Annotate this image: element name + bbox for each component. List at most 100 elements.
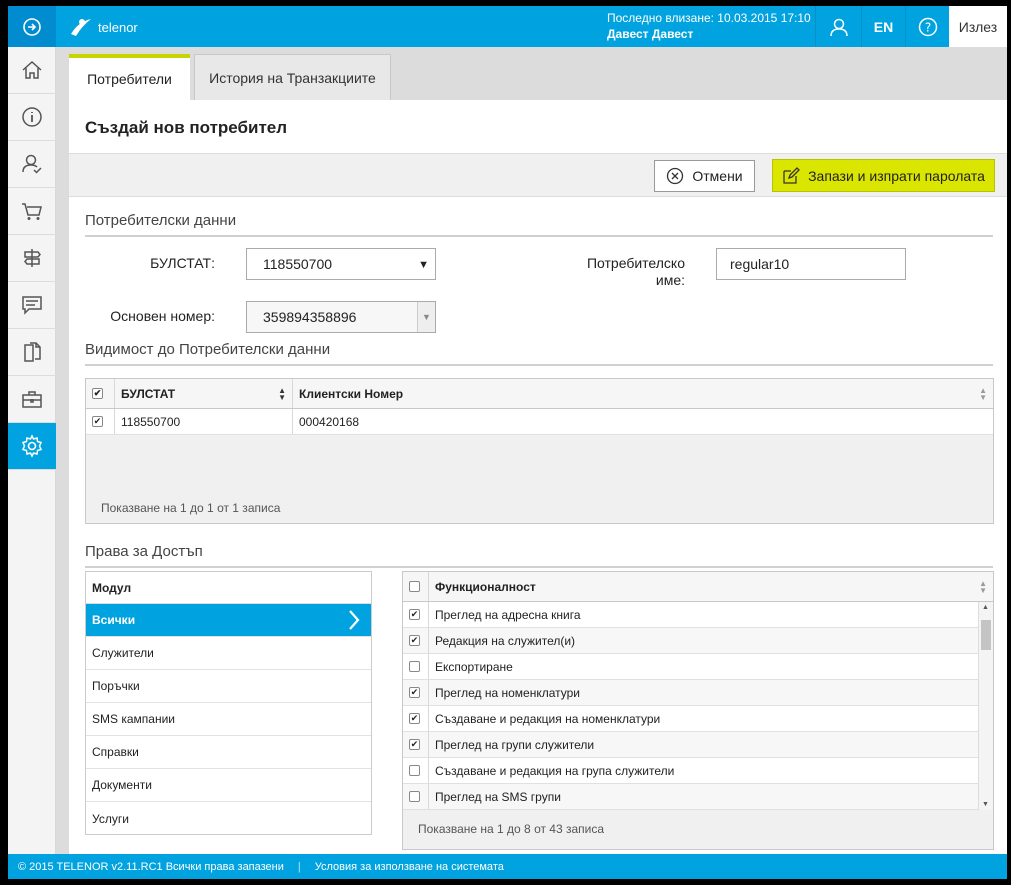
column-client-number-label: Клиентски Номер xyxy=(299,386,404,401)
telenor-logo-icon xyxy=(71,19,91,36)
logout-button[interactable]: Излез xyxy=(949,6,1007,47)
bulstat-select[interactable]: 118550700 ▼ xyxy=(246,248,436,280)
help-button[interactable]: ? xyxy=(905,6,949,47)
row-checkbox[interactable] xyxy=(409,765,420,776)
main-content: Потребители История на Транзакциите Създ… xyxy=(56,47,1007,854)
table-row[interactable]: ✔ Преглед на номенклатури xyxy=(403,680,978,706)
row-checkbox[interactable]: ✔ xyxy=(409,739,420,750)
save-and-send-password-button[interactable]: Запази и изпрати паролата xyxy=(772,159,995,192)
header-checkbox-cell xyxy=(403,572,429,601)
sidebar-item-services[interactable] xyxy=(8,376,56,423)
function-label: Експортиране xyxy=(435,659,513,674)
language-button[interactable]: EN xyxy=(861,6,905,47)
row-checkbox[interactable] xyxy=(409,661,420,672)
module-item-all[interactable]: Всички xyxy=(86,604,371,637)
column-header-bulstat[interactable]: БУЛСТАТ ▲ ▼ xyxy=(115,379,293,408)
signpost-icon xyxy=(24,249,41,267)
section-access-rights: Права за Достъп xyxy=(85,543,993,568)
column-header-functionality[interactable]: Функционалност ▲ ▼ xyxy=(429,572,993,601)
row-checkbox[interactable]: ✔ xyxy=(409,609,420,620)
row-checkbox[interactable]: ✔ xyxy=(409,635,420,646)
top-bar: telenor Последно влизане: 10.03.2015 17:… xyxy=(8,6,1007,47)
sidebar xyxy=(8,47,56,854)
username-input[interactable]: regular10 xyxy=(716,248,906,280)
sort-icon: ▲ ▼ xyxy=(278,385,286,402)
main-number-label: Основен номер: xyxy=(110,308,215,324)
table-row[interactable]: ✔ Преглед на групи служители xyxy=(403,732,978,758)
footer-separator: | xyxy=(297,860,301,873)
column-header-client-number[interactable]: Клиентски Номер ▲ ▼ xyxy=(293,379,993,408)
functionality-scrollbar[interactable]: ▲ ▼ xyxy=(978,602,993,810)
username-label: Потребителско име: xyxy=(549,255,685,289)
module-item-reports[interactable]: Справки xyxy=(86,736,371,769)
module-item-sms-campaigns[interactable]: SMS кампании xyxy=(86,703,371,736)
table-row[interactable]: ✔ Преглед на адресна книга xyxy=(403,602,978,628)
scroll-down-icon[interactable]: ▼ xyxy=(982,801,989,808)
username-value: regular10 xyxy=(730,256,790,272)
module-item-services[interactable]: Услуги xyxy=(86,802,371,835)
select-all-checkbox[interactable]: ✔ xyxy=(92,388,103,399)
save-label: Запази и изпрати паролата xyxy=(808,167,985,184)
footer: © 2015 TELENOR v2.11.RC1 Всички права за… xyxy=(8,854,1007,879)
row-checkbox-cell xyxy=(403,758,429,783)
arrow-circle-icon xyxy=(23,17,41,36)
user-name: Давест Давест xyxy=(607,27,694,41)
row-checkbox[interactable]: ✔ xyxy=(409,687,420,698)
table-row[interactable]: Експортиране xyxy=(403,654,978,680)
sidebar-item-documents[interactable] xyxy=(8,329,56,376)
scroll-up-icon[interactable]: ▲ xyxy=(982,604,989,611)
combobox-arrow-icon[interactable]: ▼ xyxy=(417,302,435,332)
table-row[interactable]: Преглед на SMS групи xyxy=(403,784,978,810)
copyright-text: © 2015 TELENOR v2.11.RC1 Всички права за… xyxy=(18,860,284,873)
user-check-icon xyxy=(22,154,42,174)
visibility-grid: ✔ БУЛСТАТ ▲ ▼ Клиентски Номер ▲ ▼ ✔ 1185… xyxy=(85,378,994,524)
sidebar-item-messages[interactable] xyxy=(8,282,56,329)
sidebar-item-campaigns[interactable] xyxy=(8,235,56,282)
functionality-rows: ✔ Преглед на адресна книга ✔ Редакция на с… xyxy=(403,602,978,810)
bulstat-value: 118550700 xyxy=(263,256,333,272)
module-item-employees[interactable]: Служители xyxy=(86,637,371,670)
row-checkbox-cell: ✔ xyxy=(403,602,429,627)
message-icon xyxy=(22,296,42,315)
module-item-documents[interactable]: Документи xyxy=(86,769,371,802)
table-row[interactable]: ✔ Редакция на служител(и) xyxy=(403,628,978,654)
row-checkbox-cell: ✔ xyxy=(403,706,429,731)
table-row[interactable]: ✔ 118550700 000420168 xyxy=(86,409,993,435)
terms-link[interactable]: Условия за използване на системата xyxy=(315,861,504,873)
sidebar-item-home[interactable] xyxy=(8,47,56,94)
row-checkbox[interactable]: ✔ xyxy=(409,713,420,724)
function-label: Преглед на адресна книга xyxy=(435,607,581,622)
row-checkbox[interactable]: ✔ xyxy=(92,416,103,427)
function-label: Редакция на служител(и) xyxy=(435,633,576,648)
tab-users[interactable]: Потребители xyxy=(69,54,190,100)
scrollbar-thumb[interactable] xyxy=(981,620,991,650)
select-all-functions-checkbox[interactable] xyxy=(409,581,420,592)
visibility-grid-header: ✔ БУЛСТАТ ▲ ▼ Клиентски Номер ▲ ▼ xyxy=(86,379,993,409)
sidebar-item-orders[interactable] xyxy=(8,188,56,235)
row-checkbox-cell xyxy=(403,784,429,809)
function-label: Преглед на групи служители xyxy=(435,737,595,752)
brand-text: telenor xyxy=(98,19,138,35)
cancel-button[interactable]: Отмени xyxy=(654,160,755,192)
chevron-right-icon xyxy=(349,610,360,630)
row-checkbox-cell: ✔ xyxy=(403,628,429,653)
row-checkbox[interactable] xyxy=(409,791,420,802)
main-number-combobox[interactable]: 359894358896 ▼ xyxy=(246,301,436,333)
table-row[interactable]: ✔ Създаване и редакция на номенклатури xyxy=(403,706,978,732)
module-item-orders[interactable]: Поръчки xyxy=(86,670,371,703)
modules-list: Модул Всички Служители Поръчки SMS кампа… xyxy=(85,571,372,835)
table-row[interactable]: Създаване и редакция на група служители xyxy=(403,758,978,784)
last-login-label: Последно влизане: 10.03.2015 17:10 xyxy=(607,11,811,25)
cart-icon xyxy=(22,203,42,220)
help-icon: ? xyxy=(918,17,937,36)
function-label: Създаване и редакция на номенклатури xyxy=(435,711,661,726)
row-client-number: 000420168 xyxy=(299,414,360,429)
gear-icon xyxy=(21,434,43,458)
sidebar-item-settings[interactable] xyxy=(8,423,56,470)
sidebar-item-info[interactable] xyxy=(8,94,56,141)
expand-menu-button[interactable] xyxy=(8,6,56,47)
profile-button[interactable] xyxy=(815,6,861,47)
row-bulstat: 118550700 xyxy=(115,409,293,434)
tab-transaction-history[interactable]: История на Транзакциите xyxy=(194,54,391,100)
sidebar-item-users[interactable] xyxy=(8,141,56,188)
